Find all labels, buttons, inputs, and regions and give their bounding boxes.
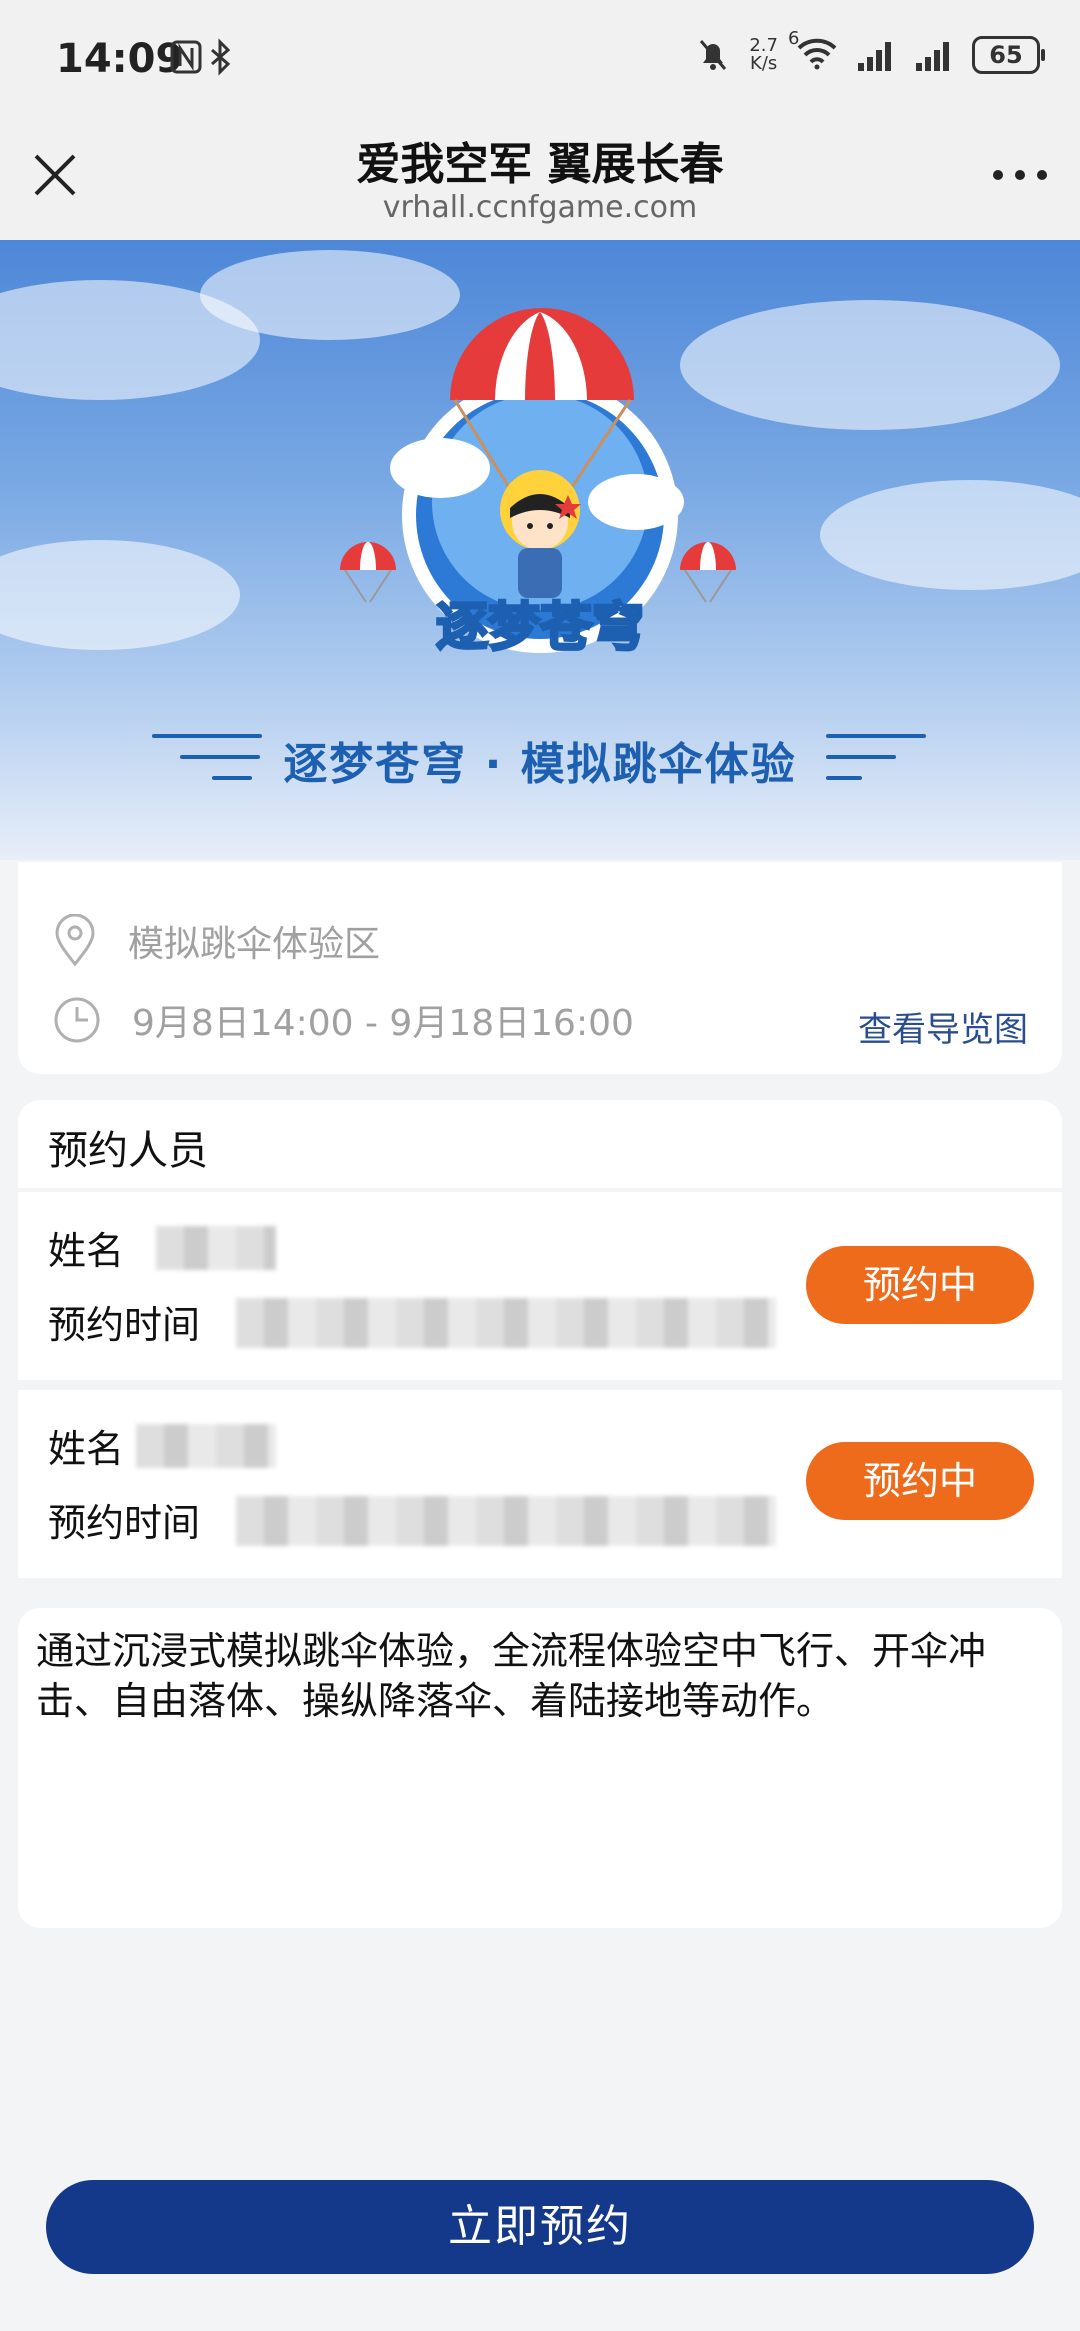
redacted-time — [236, 1298, 776, 1348]
redacted-name — [156, 1226, 276, 1270]
wifi-indicator: 6 — [788, 28, 838, 74]
book-now-button[interactable]: 立即预约 — [46, 2180, 1034, 2274]
wifi-icon — [797, 38, 837, 70]
status-left-icons — [170, 38, 240, 82]
nfc-icon — [170, 40, 202, 74]
location-row: 模拟跳伞体验区 — [52, 914, 380, 968]
view-map-link[interactable]: 查看导览图 — [858, 1002, 1028, 1051]
page-url: vrhall.ccnfgame.com — [382, 190, 698, 225]
network-badge: 6 — [788, 28, 800, 49]
time-label: 预约时间 — [48, 1501, 201, 1545]
location-text: 模拟跳伞体验区 — [128, 924, 381, 965]
battery-indicator: 65 — [972, 36, 1045, 74]
description-text: 通过沉浸式模拟跳伞体验，全流程体验空中飞行、开伞冲击、自由落体、操纵降落伞、着陆… — [36, 1629, 987, 1723]
status-badge[interactable]: 预约中 — [806, 1246, 1034, 1324]
event-info-card: 模拟跳伞体验区 9月8日14:00 - 9月18日16:00 查看导览图 — [18, 862, 1062, 1074]
signal-icon — [916, 42, 949, 71]
mute-bell-icon — [700, 40, 727, 70]
clock-icon — [54, 997, 100, 1043]
more-options-icon[interactable] — [990, 160, 1050, 190]
description-card: 通过沉浸式模拟跳伞体验，全流程体验空中飞行、开伞冲击、自由落体、操纵降落伞、着陆… — [18, 1608, 1062, 1928]
status-badge[interactable]: 预约中 — [806, 1442, 1034, 1520]
redacted-name — [136, 1424, 276, 1468]
logo-text: 逐梦苍穹 — [434, 597, 645, 660]
time-row: 9月8日14:00 - 9月18日16:00 — [52, 994, 634, 1046]
location-pin-icon — [55, 914, 95, 967]
decorative-line — [826, 755, 896, 759]
time-range-text: 9月8日14:00 - 9月18日16:00 — [132, 1003, 634, 1044]
person-entry: 姓名 预约时间 预约中 — [18, 1390, 1062, 1578]
name-label: 姓名 — [48, 1229, 125, 1273]
decorative-line — [826, 776, 862, 780]
reservation-people-header: 预约人员 — [18, 1100, 1062, 1188]
signal-icon — [858, 42, 891, 71]
time-label: 预约时间 — [48, 1303, 201, 1347]
redacted-time — [236, 1496, 776, 1546]
decorative-line — [826, 734, 926, 738]
status-time: 14:09 — [56, 36, 184, 82]
status-right-icons: 2.7 K/s 6 65 — [695, 28, 1045, 74]
section-title: 预约人员 — [48, 1128, 208, 1174]
page-title: 爱我空军 翼展长春 — [356, 139, 724, 190]
name-label: 姓名 — [48, 1427, 125, 1471]
person-entry: 姓名 预约时间 预约中 — [18, 1192, 1062, 1380]
bluetooth-icon — [211, 38, 231, 76]
net-speed: 2.7 K/s — [749, 35, 778, 74]
